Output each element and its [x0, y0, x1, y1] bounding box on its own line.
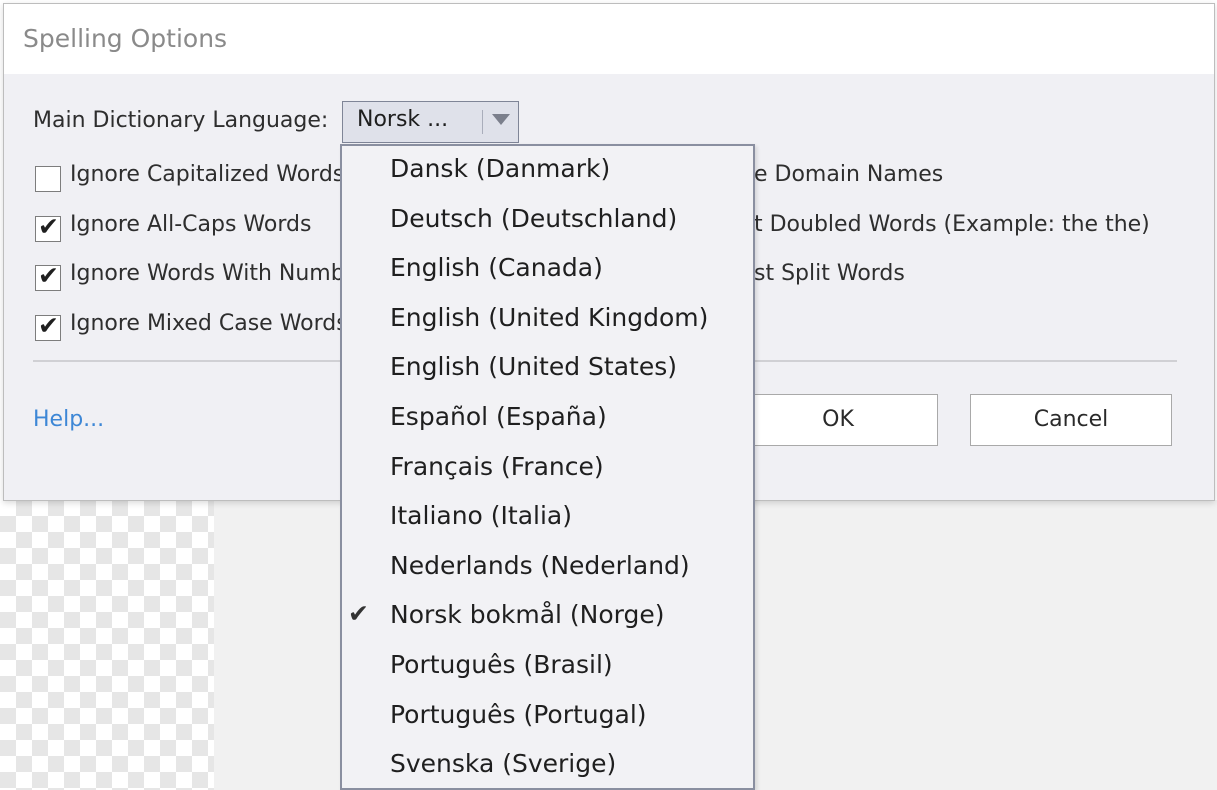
- language-combobox[interactable]: Norsk ...: [342, 101, 519, 143]
- chevron-down-icon[interactable]: [492, 114, 510, 125]
- dropdown-item-label: English (United Kingdom): [390, 302, 709, 332]
- combobox-separator: [482, 110, 483, 134]
- ignore-all-caps-words-label: Ignore All-Caps Words: [70, 212, 312, 237]
- dropdown-item-italiano[interactable]: Italiano (Italia): [342, 493, 753, 542]
- ignore-words-with-numbers-label: Ignore Words With Numbers: [70, 261, 379, 286]
- checkmark-icon: ✔: [38, 311, 59, 340]
- help-link[interactable]: Help...: [33, 407, 104, 432]
- dialog-titlebar: Spelling Options: [4, 4, 1214, 74]
- ignore-capitalized-words-label: Ignore Capitalized Words: [70, 162, 345, 187]
- dropdown-item-portugues-portugal[interactable]: Português (Portugal): [342, 692, 753, 741]
- dropdown-item-label: Nederlands (Nederland): [390, 550, 690, 580]
- dropdown-item-label: Norsk bokmål (Norge): [390, 600, 665, 630]
- dialog-title: Spelling Options: [23, 24, 228, 53]
- dropdown-item-deutsch[interactable]: Deutsch (Deutschland): [342, 196, 753, 245]
- dropdown-item-francais[interactable]: Français (France): [342, 444, 753, 493]
- checkmark-icon: ✔: [348, 599, 369, 629]
- ignore-capitalized-words-checkbox[interactable]: [35, 166, 61, 192]
- dropdown-item-label: English (Canada): [390, 253, 603, 283]
- dropdown-item-label: Svenska (Sverige): [390, 749, 617, 779]
- dropdown-item-label: Français (France): [390, 451, 604, 481]
- ignore-words-with-numbers-checkbox[interactable]: ✔: [35, 261, 61, 291]
- dropdown-item-portugues-brasil[interactable]: Português (Brasil): [342, 642, 753, 691]
- main-dictionary-label: Main Dictionary Language:: [33, 108, 329, 133]
- dropdown-item-svenska[interactable]: Svenska (Sverige): [342, 741, 753, 790]
- dropdown-item-label: English (United States): [390, 352, 678, 382]
- dropdown-item-english-canada[interactable]: English (Canada): [342, 245, 753, 294]
- checkmark-icon: ✔: [38, 261, 59, 290]
- dropdown-item-espanol[interactable]: Español (España): [342, 394, 753, 443]
- ignore-all-caps-words-checkbox[interactable]: ✔: [35, 212, 61, 242]
- cancel-button[interactable]: Cancel: [970, 394, 1172, 446]
- language-combobox-value: Norsk ...: [357, 107, 449, 132]
- dropdown-item-label: Dansk (Danmark): [390, 154, 611, 183]
- checkmark-icon: ✔: [38, 212, 59, 241]
- ignore-domain-names-label[interactable]: e Domain Names: [754, 162, 943, 187]
- dropdown-item-nederlands[interactable]: Nederlands (Nederland): [342, 543, 753, 592]
- ok-button[interactable]: OK: [738, 394, 938, 446]
- suggest-split-words-label[interactable]: st Split Words: [754, 261, 905, 286]
- dropdown-item-label: Português (Portugal): [390, 699, 647, 729]
- dropdown-item-label: Italiano (Italia): [390, 501, 573, 531]
- language-dropdown-list: Dansk (Danmark) Deutsch (Deutschland) En…: [340, 144, 755, 790]
- ignore-mixed-case-words-checkbox[interactable]: ✔: [35, 311, 61, 341]
- dropdown-item-label: Deutsch (Deutschland): [390, 203, 678, 233]
- dropdown-item-label: Português (Brasil): [390, 650, 613, 679]
- transparency-checkerboard: [0, 500, 214, 790]
- dropdown-item-english-us[interactable]: English (United States): [342, 344, 753, 393]
- dropdown-item-dansk[interactable]: Dansk (Danmark): [342, 146, 753, 195]
- ignore-mixed-case-words-label: Ignore Mixed Case Words: [70, 311, 348, 336]
- dropdown-item-english-uk[interactable]: English (United Kingdom): [342, 295, 753, 344]
- dropdown-item-label: Español (España): [390, 402, 607, 431]
- dropdown-item-norsk-bokmal[interactable]: ✔ Norsk bokmål (Norge): [342, 592, 753, 641]
- flag-doubled-words-label[interactable]: t Doubled Words (Example: the the): [754, 212, 1150, 237]
